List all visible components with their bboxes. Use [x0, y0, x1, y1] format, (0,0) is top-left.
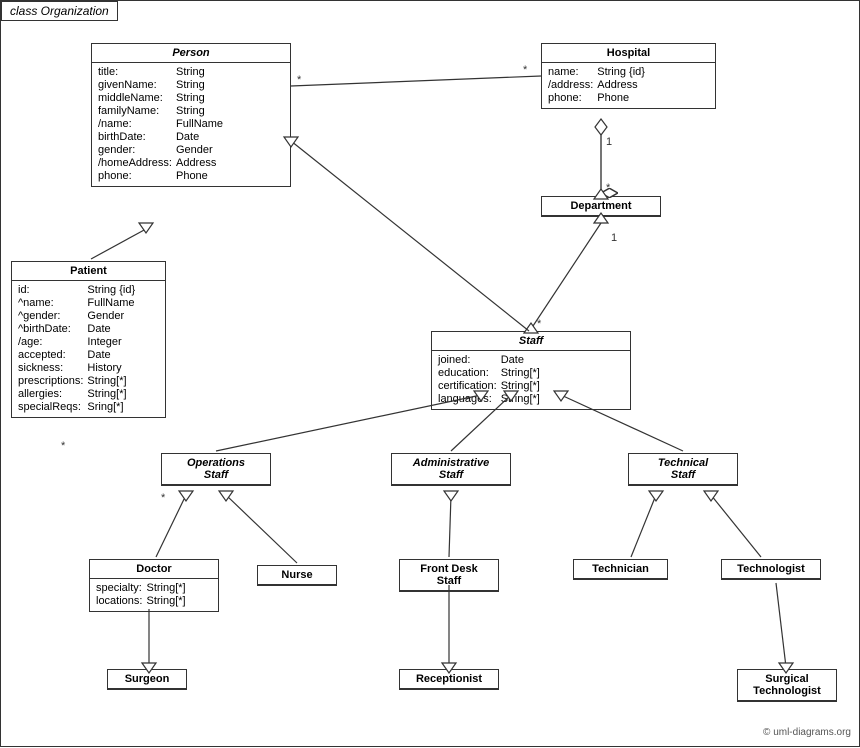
class-hospital: Hospital name:String {id} /address:Addre…	[541, 43, 716, 109]
class-administrative-staff: AdministrativeStaff	[391, 453, 511, 486]
class-doctor: Doctor specialty:String[*] locations:Str…	[89, 559, 219, 612]
svg-text:*: *	[537, 318, 542, 330]
class-hospital-attrs: name:String {id} /address:Address phone:…	[542, 63, 715, 108]
class-receptionist-name: Receptionist	[400, 670, 498, 689]
class-technologist-name: Technologist	[722, 560, 820, 579]
class-receptionist: Receptionist	[399, 669, 499, 690]
class-technician: Technician	[573, 559, 668, 580]
svg-text:1: 1	[611, 232, 617, 244]
svg-text:*: *	[161, 492, 166, 504]
class-technical-staff: TechnicalStaff	[628, 453, 738, 486]
class-person-name: Person	[92, 44, 290, 63]
class-hospital-name: Hospital	[542, 44, 715, 63]
class-person: Person title:String givenName:String mid…	[91, 43, 291, 187]
class-operations-staff: OperationsStaff	[161, 453, 271, 486]
svg-text:*: *	[523, 64, 528, 76]
class-technologist: Technologist	[721, 559, 821, 580]
class-front-desk-staff: Front DeskStaff	[399, 559, 499, 592]
class-front-desk-staff-name: Front DeskStaff	[400, 560, 498, 591]
class-administrative-staff-name: AdministrativeStaff	[392, 454, 510, 485]
class-technician-name: Technician	[574, 560, 667, 579]
class-patient-name: Patient	[12, 262, 165, 281]
diagram-container: class Organization Person title:String g…	[0, 0, 860, 747]
class-department-name: Department	[542, 197, 660, 216]
class-technical-staff-name: TechnicalStaff	[629, 454, 737, 485]
class-department: Department	[541, 196, 661, 217]
class-surgeon-name: Surgeon	[108, 670, 186, 689]
watermark: © uml-diagrams.org	[763, 727, 851, 738]
svg-text:*: *	[297, 74, 302, 86]
class-surgical-technologist: SurgicalTechnologist	[737, 669, 837, 702]
class-patient: Patient id:String {id} ^name:FullName ^g…	[11, 261, 166, 418]
diagram-title: class Organization	[1, 1, 118, 21]
class-staff: Staff joined:Date education:String[*] ce…	[431, 331, 631, 410]
class-staff-attrs: joined:Date education:String[*] certific…	[432, 351, 630, 409]
class-patient-attrs: id:String {id} ^name:FullName ^gender:Ge…	[12, 281, 165, 417]
class-nurse-name: Nurse	[258, 566, 336, 585]
class-surgeon: Surgeon	[107, 669, 187, 690]
svg-text:*: *	[61, 440, 66, 452]
svg-text:*: *	[606, 182, 611, 194]
svg-text:1: 1	[606, 136, 612, 148]
class-person-attrs: title:String givenName:String middleName…	[92, 63, 290, 186]
class-doctor-name: Doctor	[90, 560, 218, 579]
class-doctor-attrs: specialty:String[*] locations:String[*]	[90, 579, 218, 611]
class-staff-name: Staff	[432, 332, 630, 351]
class-surgical-technologist-name: SurgicalTechnologist	[738, 670, 836, 701]
class-operations-staff-name: OperationsStaff	[162, 454, 270, 485]
class-nurse: Nurse	[257, 565, 337, 586]
